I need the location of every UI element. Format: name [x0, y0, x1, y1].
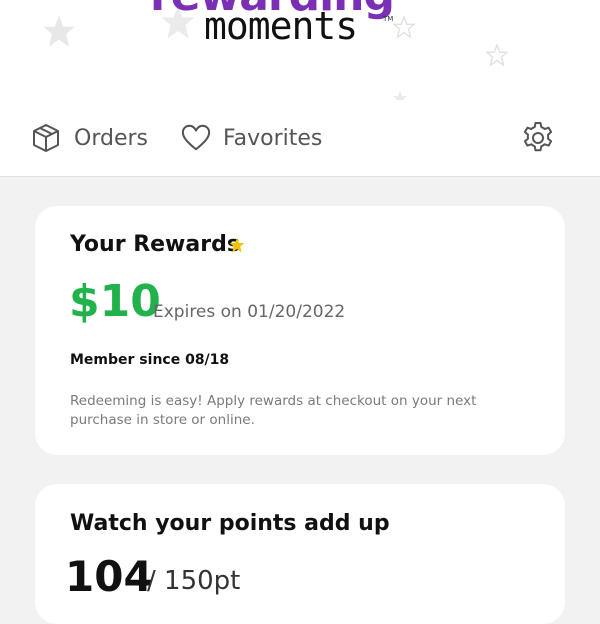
- logo-trademark: TM: [383, 15, 394, 23]
- points-current: 104: [65, 552, 153, 601]
- account-nav: Orders Favorites: [0, 100, 600, 177]
- box-icon: [33, 124, 59, 152]
- star-icon: [229, 237, 245, 253]
- star-decoration-icon: [43, 15, 75, 47]
- star-decoration-icon: [393, 16, 415, 38]
- reward-amount: $10: [69, 276, 161, 327]
- points-title: Watch your points add up: [70, 511, 390, 536]
- star-decoration-icon: [392, 90, 408, 100]
- star-decoration-icon: [486, 44, 508, 66]
- favorites-label: Favorites: [223, 125, 323, 151]
- favorites-link[interactable]: Favorites: [181, 120, 322, 156]
- points-total: / 150pt: [147, 566, 241, 596]
- logo-moments-word: moments: [204, 4, 358, 48]
- heart-icon: [181, 124, 211, 151]
- orders-link[interactable]: Orders: [30, 120, 148, 156]
- redeem-description: Redeeming is easy! Apply rewards at chec…: [70, 393, 477, 428]
- orders-label: Orders: [74, 125, 148, 151]
- gear-icon[interactable]: [520, 120, 556, 156]
- reward-expiration: Expires on 01/20/2022: [153, 302, 346, 322]
- member-since: Member since 08/18: [70, 352, 230, 368]
- points-card: Watch your points add up 104 / 150pt: [35, 484, 565, 624]
- brand-header: rewarding moments TM: [0, 0, 600, 100]
- rewards-card: Your Rewards $10 Expires on 01/20/2022 M…: [35, 206, 565, 455]
- rewards-title: Your Rewards: [70, 232, 240, 257]
